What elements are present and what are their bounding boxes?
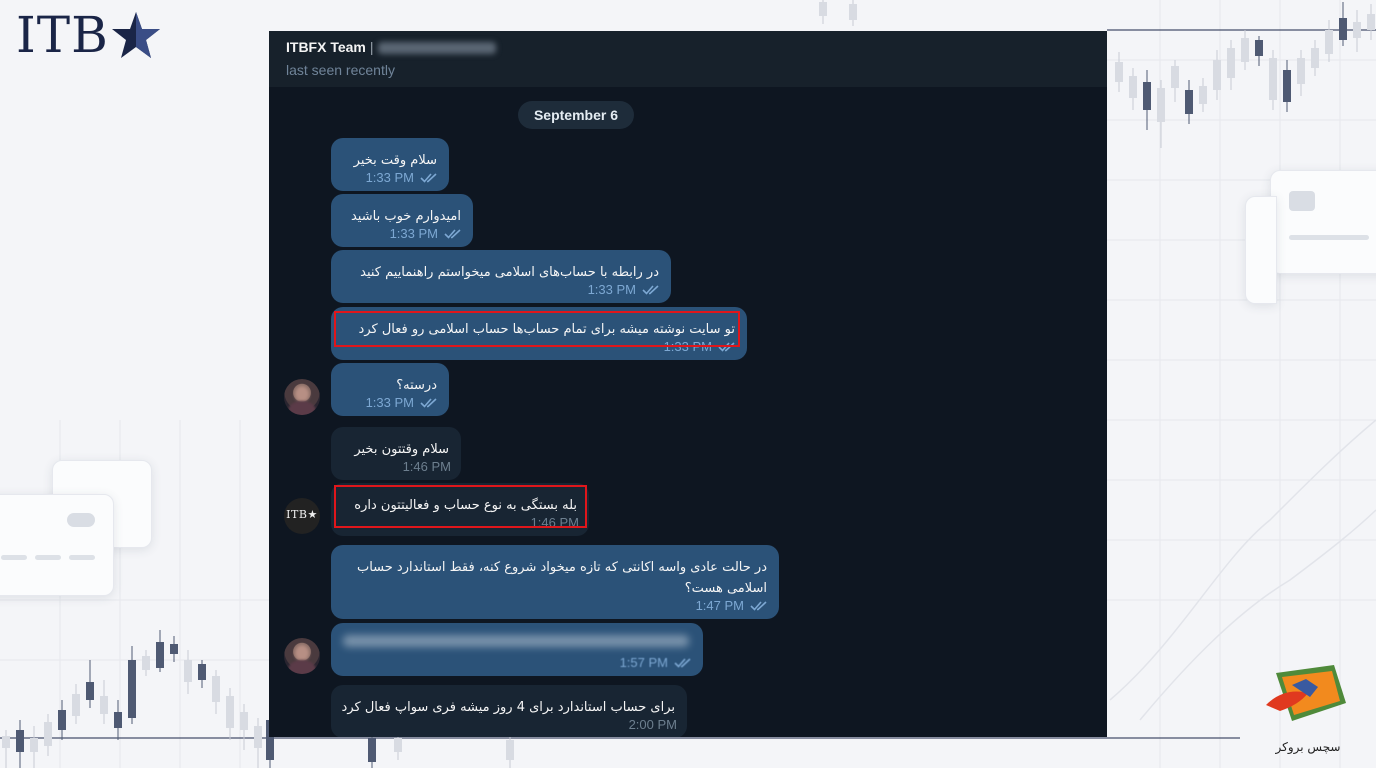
broker-badge-text: سچس بروکر: [1275, 740, 1341, 754]
message-meta: 1:47 PM: [696, 598, 769, 613]
message-bubble-outgoing[interactable]: درسته؟ 1:33 PM: [331, 363, 449, 416]
decorative-card: [0, 494, 114, 596]
red-highlight-box: [334, 485, 587, 528]
blurred-message-text: [343, 635, 689, 647]
message-meta: 1:33 PM: [588, 282, 661, 297]
chat-header[interactable]: ITBFX Team | last seen recently: [269, 31, 1107, 87]
double-check-icon: [420, 173, 437, 183]
message-text: برای حساب استاندارد برای 4 روز میشه فری …: [341, 700, 675, 715]
message-time: 1:33 PM: [587, 282, 636, 297]
itb-avatar[interactable]: ITB★: [284, 498, 320, 534]
message-meta: 1:33 PM: [390, 226, 463, 241]
broker-badge-icon: [1266, 665, 1346, 721]
message-bubble-incoming[interactable]: سلام وقتتون بخیر 1:46 PM: [331, 427, 461, 480]
title-separator: |: [369, 39, 374, 55]
itb-logo: ITB: [16, 6, 161, 64]
message-time: 1:33 PM: [389, 226, 438, 241]
user-avatar[interactable]: [284, 638, 320, 674]
star-icon: [111, 12, 160, 58]
message-meta: 1:33 PM: [366, 170, 439, 185]
message-meta: 1:46 PM: [403, 459, 451, 474]
message-text: سلام وقتتون بخیر: [354, 442, 449, 457]
date-separator: September 6: [518, 101, 634, 129]
message-text: در حالت عادی واسه اکانتی که تازه میخواد …: [356, 560, 767, 596]
message-text: درسته؟: [396, 378, 437, 393]
double-check-icon: [642, 285, 659, 295]
chat-title: ITBFX Team |: [286, 39, 496, 55]
message-bubble-outgoing[interactable]: سلام وقت بخیر 1:33 PM: [331, 138, 449, 191]
chat-name: ITBFX Team: [286, 39, 366, 55]
decorative-card: [1245, 196, 1277, 304]
double-check-icon: [750, 601, 767, 611]
message-meta: 1:57 PM: [620, 655, 693, 670]
message-bubble-outgoing[interactable]: در حالت عادی واسه اکانتی که تازه میخواد …: [331, 545, 779, 619]
message-text: امیدوارم خوب باشید: [350, 209, 461, 224]
double-check-icon: [674, 658, 691, 668]
double-check-icon: [420, 398, 437, 408]
double-check-icon: [444, 229, 461, 239]
message-time: 1:47 PM: [695, 598, 744, 613]
decorative-card: [1270, 170, 1376, 274]
message-time: 2:00 PM: [628, 717, 677, 732]
chat-window: ITBFX Team | last seen recently September…: [269, 31, 1107, 737]
message-bubble-incoming[interactable]: برای حساب استاندارد برای 4 روز میشه فری …: [331, 685, 687, 737]
message-bubble-outgoing[interactable]: در رابطه با حساب‌های اسلامی میخواستم راه…: [331, 250, 671, 303]
message-meta: 2:00 PM: [629, 717, 677, 732]
message-text: در رابطه با حساب‌های اسلامی میخواستم راه…: [360, 265, 659, 280]
message-time: 1:33 PM: [365, 170, 414, 185]
red-highlight-box: [334, 311, 740, 347]
message-bubble-outgoing[interactable]: 1:57 PM: [331, 623, 703, 676]
message-meta: 1:33 PM: [366, 395, 439, 410]
blurred-username: [377, 42, 496, 55]
logo-text: ITB: [16, 6, 109, 64]
message-text: سلام وقت بخیر: [353, 153, 437, 168]
message-bubble-outgoing[interactable]: امیدوارم خوب باشید 1:33 PM: [331, 194, 473, 247]
user-avatar[interactable]: [284, 379, 320, 415]
message-time: 1:57 PM: [619, 655, 668, 670]
message-time: 1:33 PM: [365, 395, 414, 410]
chat-status: last seen recently: [286, 62, 395, 78]
message-time: 1:46 PM: [402, 459, 451, 474]
